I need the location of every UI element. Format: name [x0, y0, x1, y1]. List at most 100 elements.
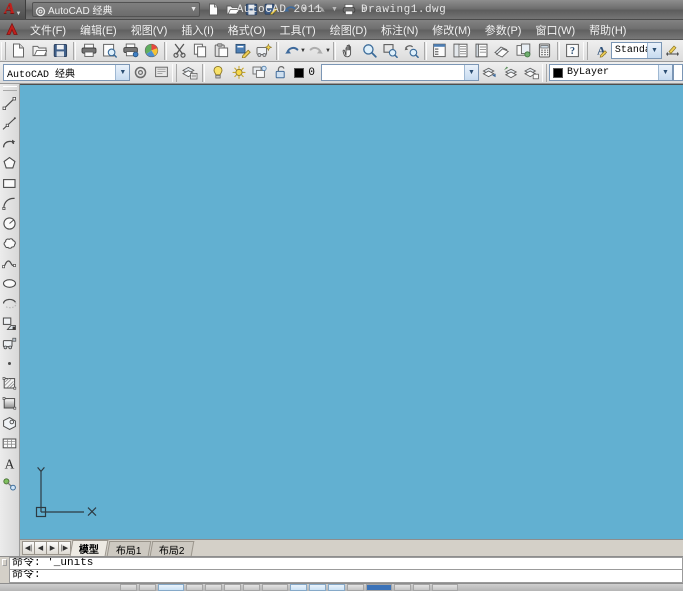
save-disk-icon[interactable] [243, 1, 260, 18]
status-transparency[interactable] [328, 584, 345, 591]
status-osnap[interactable] [224, 584, 241, 591]
drawing-canvas[interactable] [20, 84, 683, 539]
zoom-realtime-button[interactable] [359, 41, 380, 61]
layer-combo[interactable]: ▼ [321, 64, 479, 81]
chevron-down-icon[interactable]: ▼ [300, 6, 309, 13]
workspace-display-icon[interactable] [151, 63, 172, 83]
menu-help[interactable]: 帮助(H) [582, 20, 633, 40]
match-properties-button[interactable] [232, 41, 253, 61]
printer-icon[interactable] [341, 1, 358, 18]
block-editor-button[interactable] [253, 41, 274, 61]
menu-view[interactable]: 视图(V) [124, 20, 175, 40]
construction-line-tool[interactable] [0, 113, 19, 133]
new-button[interactable] [8, 41, 29, 61]
menu-window[interactable]: 窗口(W) [528, 20, 582, 40]
rectangle-tool[interactable] [0, 173, 19, 193]
menu-parametric[interactable]: 参数(P) [478, 20, 529, 40]
layer-properties-icon[interactable] [179, 63, 200, 83]
cut-button[interactable] [169, 41, 190, 61]
redo-dropdown-icon[interactable]: ▼ [325, 48, 331, 54]
menu-edit[interactable]: 编辑(E) [73, 20, 124, 40]
arc-tool[interactable] [0, 193, 19, 213]
layer-match-button[interactable] [521, 63, 542, 83]
menu-draw[interactable]: 绘图(D) [323, 20, 374, 40]
line-tool[interactable] [0, 93, 19, 113]
open-folder-icon[interactable] [224, 1, 241, 18]
redo-button[interactable] [306, 41, 327, 61]
status-annotation-scale[interactable] [394, 584, 411, 591]
status-workspace-switch[interactable] [413, 584, 430, 591]
menu-modify[interactable]: 修改(M) [425, 20, 478, 40]
chevron-down-icon[interactable]: ▼ [658, 65, 672, 80]
polygon-tool[interactable] [0, 153, 19, 173]
status-quick-properties[interactable] [347, 584, 364, 591]
open-button[interactable] [29, 41, 50, 61]
status-grid[interactable] [158, 584, 184, 591]
text-style-icon[interactable]: A [590, 41, 611, 61]
layer-color-swatch[interactable] [294, 68, 304, 78]
markup-button[interactable] [513, 41, 534, 61]
command-prompt-input[interactable]: 命令: [9, 570, 683, 583]
plot-button[interactable] [78, 41, 99, 61]
menu-file[interactable]: 文件(F) [23, 20, 73, 40]
add-selected-tool[interactable] [0, 473, 19, 493]
revision-cloud-tool[interactable] [0, 233, 19, 253]
menu-insert[interactable]: 插入(I) [174, 20, 220, 40]
plot-preview-button[interactable] [99, 41, 120, 61]
spline-tool[interactable] [0, 253, 19, 273]
application-menu-button[interactable]: A ▼ [0, 0, 26, 19]
make-object-layer-current-button[interactable] [500, 63, 521, 83]
circle-tool[interactable] [0, 213, 19, 233]
multiline-text-tool[interactable]: A [0, 453, 19, 473]
region-tool[interactable] [0, 413, 19, 433]
chevron-down-icon[interactable]: ▼ [190, 6, 197, 13]
status-ortho[interactable] [186, 584, 203, 591]
chevron-down-icon[interactable]: ▼ [330, 6, 339, 13]
chevron-down-icon[interactable]: ▼ [647, 43, 661, 58]
toolbar-grip[interactable] [3, 86, 17, 91]
dimension-style-icon[interactable] [662, 41, 683, 61]
freeze-viewport-icon[interactable] [249, 63, 270, 83]
status-polar[interactable] [205, 584, 222, 591]
sheet-set-button[interactable] [492, 41, 513, 61]
status-clean-screen[interactable] [432, 584, 458, 591]
workspace-combo[interactable]: AutoCAD 经典 ▼ [3, 64, 130, 81]
point-tool[interactable] [0, 353, 19, 373]
menu-tools[interactable]: 工具(T) [273, 20, 323, 40]
sun-icon[interactable] [228, 63, 249, 83]
status-dyn[interactable] [290, 584, 307, 591]
status-infer-constraints[interactable] [120, 584, 137, 591]
save-button[interactable] [50, 41, 71, 61]
status-selection-cycling[interactable] [366, 584, 392, 591]
tab-layout2[interactable]: 布局2 [149, 541, 193, 556]
menu-format[interactable]: 格式(O) [221, 20, 273, 40]
undo-button[interactable] [281, 41, 302, 61]
toolbar-grip[interactable] [172, 64, 177, 82]
text-style-combo[interactable]: Standard ▼ [611, 42, 662, 59]
hatch-tool[interactable] [0, 373, 19, 393]
toolbar-grip[interactable] [583, 42, 588, 60]
tool-palettes-button[interactable] [471, 41, 492, 61]
zoom-previous-button[interactable] [401, 41, 422, 61]
tab-model[interactable]: 模型 [70, 540, 109, 556]
calculator-button[interactable] [534, 41, 555, 61]
pan-button[interactable] [338, 41, 359, 61]
status-snap[interactable] [139, 584, 156, 591]
toolbar-grip[interactable] [1, 42, 6, 60]
layer-previous-button[interactable] [479, 63, 500, 83]
3dprint-button[interactable] [141, 41, 162, 61]
status-otrack[interactable] [243, 584, 260, 591]
save-as-icon[interactable] [262, 1, 279, 18]
unlock-padlock-icon[interactable] [270, 63, 291, 83]
make-block-tool[interactable] [0, 333, 19, 353]
status-lineweight[interactable] [309, 584, 326, 591]
undo-arrow-icon[interactable] [281, 1, 298, 18]
ellipse-tool[interactable] [0, 273, 19, 293]
copy-button[interactable] [190, 41, 211, 61]
properties-button[interactable] [429, 41, 450, 61]
command-window-grip[interactable] [0, 557, 9, 583]
table-tool[interactable] [0, 433, 19, 453]
gear-icon[interactable] [130, 63, 151, 83]
polyline-tool[interactable] [0, 133, 19, 153]
help-button[interactable]: ? [562, 41, 583, 61]
